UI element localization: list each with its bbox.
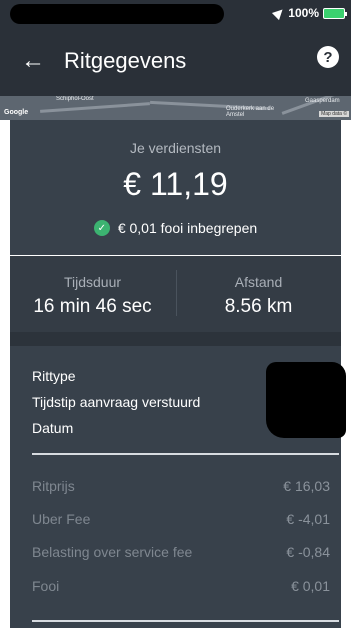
status-pill [10,4,224,24]
google-logo: Google [4,109,29,116]
location-arrow-icon [272,5,287,21]
ride-type-label: Rittype [32,368,76,384]
map-label: Ouderkerk aan de Amstel [226,106,275,118]
distance-value: 8.56 km [224,296,293,317]
fee-row: Fooi € 0,01 [32,578,330,594]
battery-percentage: 100% [288,6,319,20]
status-right: 100% [272,5,347,21]
map-road [40,102,150,113]
status-bar: 100% [0,0,351,28]
map-label: Gaasperdam [305,98,340,104]
help-icon: ? [323,48,333,66]
fee-row: Belasting over service fee € -0,84 [32,544,330,560]
duration-value: 16 min 46 sec [33,296,152,317]
fee-amount: € -0,84 [286,544,330,560]
map-preview[interactable]: Schiphol-Oost Ouderkerk aan de Amstel Ga… [0,96,351,120]
distance-stat: Afstand 8.56 km [176,256,341,332]
redacted-values [266,362,346,438]
tip-text: € 0,01 fooi inbegrepen [117,220,258,236]
fee-label: Ritprijs [32,478,75,494]
map-label: Schiphol-Oost [56,96,94,102]
date-label: Datum [32,420,74,436]
help-button[interactable]: ? [317,46,339,68]
page-title: Ritgegevens [64,48,187,73]
fee-row: Ritprijs € 16,03 [32,478,330,494]
earnings-card: Je verdiensten € 11,19 ✓ € 0,01 fooi inb… [10,120,341,255]
divider-line [32,620,339,622]
duration-label: Tijdsduur [63,274,122,290]
stats-divider [176,270,177,316]
divider-line [32,453,339,455]
fee-label: Fooi [32,578,60,594]
map-data-attribution[interactable]: Map data © [319,111,349,117]
fee-label: Uber Fee [32,511,91,527]
fee-amount: € -4,01 [286,511,330,527]
earnings-label: Je verdiensten [129,140,222,156]
fee-amount: € 0,01 [291,578,330,594]
arrow-left-icon: ← [21,47,45,74]
app-bar: ← Ritgegevens ? [0,28,351,96]
request-time-label: Tijdstip aanvraag verstuurd [32,394,201,410]
battery-icon [323,7,347,19]
duration-stat: Tijdsduur 16 min 46 sec [10,256,175,332]
distance-label: Afstand [234,274,283,290]
fee-label: Belasting over service fee [32,544,193,560]
earnings-amount: € 11,19 [123,166,228,202]
fee-row: Uber Fee € -4,01 [32,511,330,527]
section-gap [10,332,341,346]
fee-amount: € 16,03 [283,478,330,494]
tip-row: ✓ € 0,01 fooi inbegrepen [10,220,341,236]
back-button[interactable]: ← [18,46,48,76]
check-circle-icon: ✓ [93,220,110,236]
